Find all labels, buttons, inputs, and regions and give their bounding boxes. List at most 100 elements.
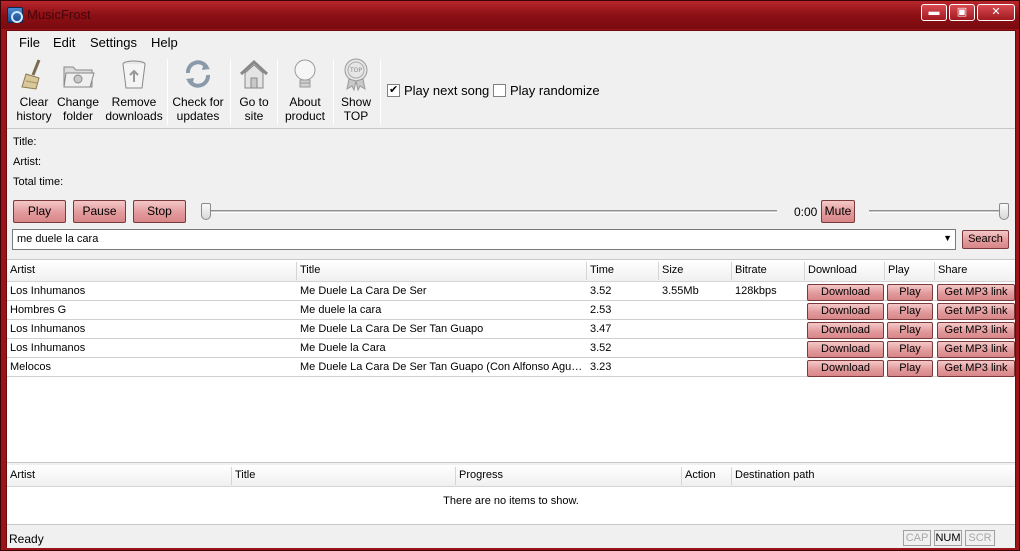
menu-file[interactable]: File [19,35,40,50]
svg-text:TOP: TOP [349,67,362,74]
cell-time: 3.52 [590,285,612,297]
cell-bitrate: 128kbps [735,285,777,297]
menu-edit[interactable]: Edit [53,35,75,50]
row-play-button[interactable]: Play [887,322,933,339]
column-header-bitrate[interactable]: Bitrate [735,264,767,276]
toolbar-separator [333,59,334,125]
column-header-artist[interactable]: Artist [10,264,35,276]
show-top-button[interactable]: TOP Show TOP [336,57,376,127]
remove-downloads-button[interactable]: Remove downloads [103,57,165,127]
check-updates-button[interactable]: Check for updates [170,57,226,127]
about-product-button[interactable]: About product [280,57,330,127]
get-mp3-link-button[interactable]: Get MP3 link [937,341,1015,358]
download-button[interactable]: Download [807,284,884,301]
toolbar-separator [277,59,278,125]
menu-settings[interactable]: Settings [90,35,137,50]
downloads-header: Artist Title Progress Action Destination… [7,465,1015,487]
get-mp3-link-button[interactable]: Get MP3 link [937,360,1015,377]
column-header-download[interactable]: Download [808,264,857,276]
column-header-destination-path[interactable]: Destination path [735,469,815,481]
download-button[interactable]: Download [807,322,884,339]
cell-artist: Hombres G [10,304,67,316]
menu-help[interactable]: Help [151,35,178,50]
play-randomize-checkbox[interactable] [493,84,506,97]
clear-history-button[interactable]: Clear history [14,57,54,127]
toolbar-separator [380,59,381,125]
cell-time: 3.52 [590,342,612,354]
play-next-song-label: Play next song [404,83,490,98]
play-randomize-label: Play randomize [510,83,600,98]
app-logo-icon [7,7,23,23]
cell-title: Me Duele La Cara De Ser [300,285,427,297]
row-play-button[interactable]: Play [887,303,933,320]
cell-artist: Los Inhumanos [10,285,86,297]
cell-title: Me Duele La Cara De Ser Tan Guapo [300,323,484,335]
toolbar-separator [230,59,231,125]
play-next-song-checkbox[interactable] [387,83,400,97]
trash-icon [117,57,151,91]
progress-slider[interactable] [201,210,777,213]
volume-slider[interactable] [869,210,1009,213]
table-row[interactable]: Los Inhumanos Me Duele La Cara De Ser 3.52… [7,282,1015,301]
caps-lock-indicator: CAP [903,530,931,546]
scroll-lock-indicator: SCR [965,530,995,546]
app-window: MusicFrost ▬ ▣ ✕ File Edit Settings Help… [0,0,1020,551]
cell-title: Me duele la cara [300,304,382,316]
download-button[interactable]: Download [807,303,884,320]
column-header-share[interactable]: Share [938,264,967,276]
download-button[interactable]: Download [807,341,884,358]
go-to-site-button[interactable]: Go to site [233,57,275,127]
cell-time: 3.47 [590,323,612,335]
column-header-artist[interactable]: Artist [10,469,35,481]
table-row[interactable]: Melocos Me Duele La Cara De Ser Tan Guapo… [7,358,1015,377]
table-row[interactable]: Hombres G Me duele la cara 2.53 Download Pla… [7,301,1015,320]
row-play-button[interactable]: Play [887,341,933,358]
status-text: Ready [9,532,44,546]
column-header-action[interactable]: Action [685,469,716,481]
get-mp3-link-button[interactable]: Get MP3 link [937,284,1015,301]
total-time-label: Total time: [13,176,64,188]
column-header-title[interactable]: Title [300,264,320,276]
chevron-down-icon[interactable]: ▼ [943,233,952,243]
column-header-title[interactable]: Title [235,469,255,481]
column-header-size[interactable]: Size [662,264,683,276]
column-header-progress[interactable]: Progress [459,469,503,481]
home-icon [237,57,271,91]
cell-time: 3.23 [590,361,612,373]
mute-button[interactable]: Mute [821,200,855,223]
table-row[interactable]: Los Inhumanos Me Duele la Cara 3.52 Downlo… [7,339,1015,358]
time-readout: 0:00 [794,205,818,219]
table-row[interactable]: Los Inhumanos Me Duele La Cara De Ser Tan… [7,320,1015,339]
cell-artist: Los Inhumanos [10,342,86,354]
get-mp3-link-button[interactable]: Get MP3 link [937,303,1015,320]
maximize-button[interactable]: ▣ [949,4,975,21]
progress-slider-thumb[interactable] [201,203,211,220]
broom-icon [17,57,51,91]
lightbulb-icon [288,57,322,91]
change-folder-button[interactable]: Change folder [54,57,102,127]
toolbar: Clear history Change folder Remove downl… [7,53,1015,129]
results-header: Artist Title Time Size Bitrate Download … [7,260,1015,282]
search-input[interactable]: me duele la cara ▼ [12,229,956,250]
downloads-table: Artist Title Progress Action Destination… [7,465,1015,525]
search-button[interactable]: Search [962,230,1009,249]
row-play-button[interactable]: Play [887,360,933,377]
title-bar[interactable]: MusicFrost ▬ ▣ ✕ [1,1,1019,29]
close-button[interactable]: ✕ [977,4,1015,21]
row-play-button[interactable]: Play [887,284,933,301]
column-header-time[interactable]: Time [590,264,614,276]
stop-button[interactable]: Stop [133,200,186,223]
volume-slider-thumb[interactable] [999,203,1009,220]
download-button[interactable]: Download [807,360,884,377]
num-lock-indicator: NUM [934,530,962,546]
cell-title: Me Duele La Cara De Ser Tan Guapo (Con A… [300,361,584,373]
play-button[interactable]: Play [13,200,66,223]
minimize-button[interactable]: ▬ [921,4,947,21]
get-mp3-link-button[interactable]: Get MP3 link [937,322,1015,339]
refresh-icon [181,57,215,91]
artist-label: Artist: [13,156,42,168]
cell-time: 2.53 [590,304,612,316]
column-header-play[interactable]: Play [888,264,909,276]
cell-title: Me Duele la Cara [300,342,386,354]
pause-button[interactable]: Pause [73,200,126,223]
